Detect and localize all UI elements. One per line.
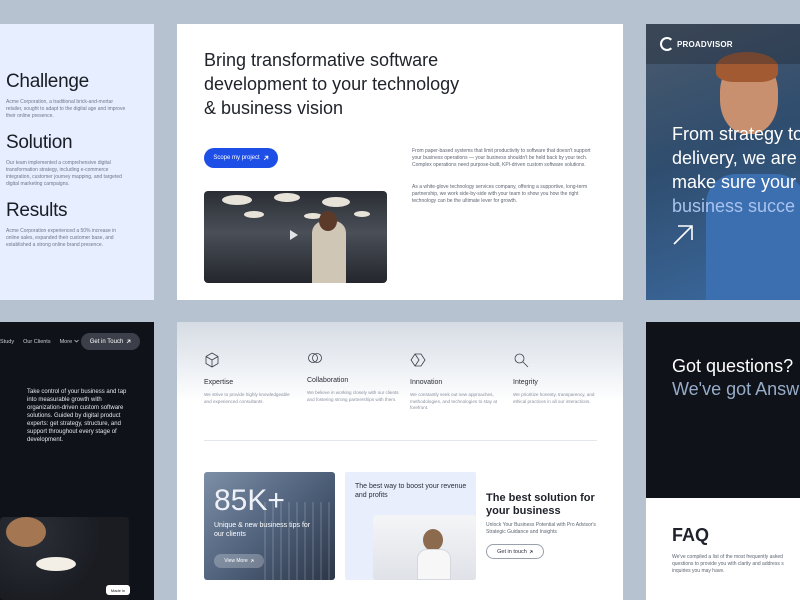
arrow-up-right-icon — [529, 550, 533, 553]
challenge-heading: Challenge — [6, 71, 89, 92]
scope-project-button[interactable]: Scope my project — [204, 148, 278, 168]
top-nav: Study Our Clients More — [0, 334, 79, 350]
stat-tile: 85K+ Unique & new business tips for our … — [204, 472, 335, 580]
person-head — [319, 211, 337, 231]
solution-subtitle: Unlock Your Business Potential with Pro … — [486, 522, 596, 535]
faq-answer-heading: We've got Answ — [672, 379, 800, 399]
faq-question-heading: Got questions? — [672, 356, 794, 376]
ceiling-lamp — [222, 195, 252, 205]
made-in-label: Made in — [110, 587, 126, 593]
arrow-up-right-icon — [263, 155, 268, 161]
view-more-label: View More — [224, 558, 248, 564]
hero-headline: Bring transformative software developmen… — [204, 50, 460, 118]
results-text: Acme Corporation experienced a 50% incre… — [6, 228, 117, 248]
office-video[interactable] — [204, 191, 387, 283]
arrow-up-right-icon — [250, 559, 254, 563]
magnifier-icon — [514, 353, 529, 368]
value-desc: We constantly seek out new approaches, m… — [410, 392, 498, 410]
chevron-down-icon — [73, 339, 79, 343]
play-icon[interactable] — [290, 230, 298, 240]
logo-mark-icon — [660, 37, 674, 51]
arrow-up-right-icon[interactable] — [672, 224, 694, 246]
value-title: Integrity — [513, 379, 538, 386]
dark-landing-card: Study Our Clients More Get in Touch Take… — [0, 322, 154, 600]
solution-title: The best solution for your business — [486, 492, 595, 517]
value-title: Expertise — [204, 379, 234, 386]
get-in-touch-outline-button[interactable]: Get in touch — [486, 544, 544, 559]
results-heading: Results — [6, 200, 68, 221]
get-in-touch-label: Get in Touch — [89, 338, 124, 345]
view-more-button[interactable]: View More — [214, 554, 264, 568]
ceiling-lamp — [354, 211, 370, 217]
nav-more[interactable]: More — [60, 339, 79, 345]
faq-card: Got questions? We've got Answ FAQ We've … — [646, 322, 800, 600]
person-head — [423, 529, 443, 551]
value-title: Collaboration — [307, 377, 349, 384]
person-head — [6, 517, 46, 547]
faq-subtitle: We've compiled a list of the most freque… — [672, 554, 784, 574]
proadvisor-headline: From strategy to delivery, we are h make… — [672, 122, 800, 218]
ceiling-lamp — [36, 557, 76, 571]
arrow-up-right-icon — [127, 339, 131, 344]
woman-laptop-photo — [373, 515, 476, 580]
ceiling-lamp — [244, 211, 264, 218]
person-figure — [417, 549, 451, 580]
solution-heading: Solution — [6, 132, 73, 153]
get-in-touch-label: Get in touch — [497, 548, 527, 555]
value-desc: We strive to provide highly knowledgeabl… — [204, 392, 290, 404]
hero-card: Bring transformative software developmen… — [177, 24, 623, 300]
nav-our-clients[interactable]: Our Clients — [23, 339, 51, 345]
headline-accent: business succe — [672, 196, 796, 216]
proadvisor-hero-card: PROADVISOR From strategy to delivery, we… — [646, 24, 800, 300]
value-desc: We believe in working closely with our c… — [307, 390, 399, 402]
get-in-touch-button[interactable]: Get in Touch — [81, 333, 140, 350]
circles-icon — [308, 353, 322, 363]
value-collaboration: Collaboration We believe in working clos… — [307, 350, 399, 403]
proadvisor-logo[interactable]: PROADVISOR — [660, 37, 733, 51]
hero-paragraph-2: As a white-glove technology services com… — [412, 184, 588, 204]
value-expertise: Expertise We strive to provide highly kn… — [204, 352, 296, 405]
ceiling-lamp — [322, 197, 350, 207]
landing-body-text: Take control of your business and tap in… — [27, 389, 127, 443]
value-title: Innovation — [410, 379, 443, 386]
value-integrity: Integrity We prioritize honesty, transpa… — [513, 352, 605, 405]
hexagon-icon — [410, 353, 426, 367]
logo-text: PROADVISOR — [677, 39, 733, 49]
case-study-card: Challenge Acme Corporation, a traditiona… — [0, 24, 154, 300]
value-innovation: Innovation We constantly seek out new ap… — [410, 352, 502, 412]
hero-paragraph-1: From paper-based systems that limit prod… — [412, 148, 591, 168]
divider — [204, 440, 597, 441]
scope-project-label: Scope my project — [213, 155, 260, 161]
made-in-badge[interactable]: Made in — [106, 585, 130, 595]
ceiling-lamp — [274, 193, 300, 202]
nav-more-label: More — [59, 339, 73, 345]
nav-study[interactable]: Study — [0, 339, 14, 345]
stat-label: Unique & new business tips for our clien… — [214, 522, 311, 538]
promo-title: The best way to boost your revenue and p… — [355, 483, 467, 499]
promo-tile: The best way to boost your revenue and p… — [345, 472, 476, 580]
cube-icon — [205, 352, 219, 368]
faq-section: FAQ We've compiled a list of the most fr… — [646, 498, 800, 600]
challenge-text: Acme Corporation, a traditional brick-an… — [6, 99, 126, 119]
value-desc: We prioritize honesty, transparency, and… — [513, 392, 595, 404]
stat-number: 85K+ — [214, 484, 285, 517]
headline-line-1: From strategy to — [672, 124, 800, 144]
solution-text: Our team implemented a comprehensive dig… — [6, 160, 122, 187]
values-card: Expertise We strive to provide highly kn… — [177, 322, 623, 600]
headline-line-3: make sure your — [672, 172, 797, 192]
faq-title: FAQ — [672, 525, 710, 545]
headline-line-2: delivery, we are h — [672, 148, 800, 168]
